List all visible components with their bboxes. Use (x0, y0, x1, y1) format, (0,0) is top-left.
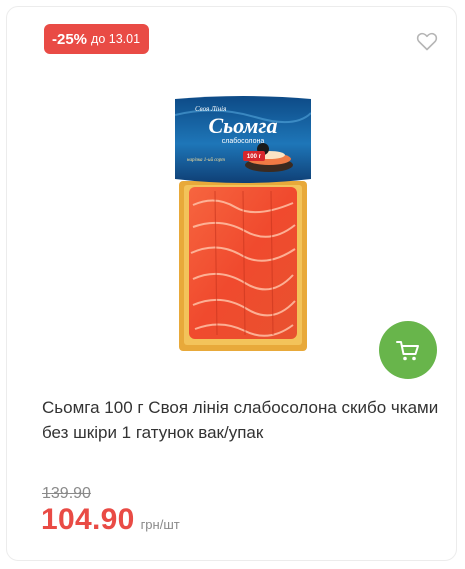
discount-percent: -25% (52, 30, 88, 48)
product-card[interactable]: -25% до 13.01 Своя Лінія Сьомга слабосол… (6, 6, 457, 561)
add-to-cart-button[interactable] (379, 321, 437, 379)
discount-until: до 13.01 (91, 32, 141, 46)
current-price: 104.90 (41, 503, 135, 536)
favorite-button[interactable] (415, 29, 439, 53)
price-unit: грн/шт (140, 517, 180, 532)
old-price: 139.90 (42, 485, 91, 502)
price-row: 104.90 грн/шт (41, 503, 180, 537)
package-subname: слабосолона (222, 137, 265, 145)
package-weight: 100 г (247, 154, 262, 160)
product-image[interactable]: Своя Лінія Сьомга слабосолона 100 г нарі… (175, 95, 311, 353)
heart-icon (416, 32, 438, 51)
discount-badge: -25% до 13.01 (44, 24, 150, 54)
product-title[interactable]: Сьомга 100 г Своя лінія слабосолона скиб… (42, 395, 442, 445)
cart-icon (396, 341, 419, 361)
package-name: Сьомга (208, 113, 277, 138)
package-brand: Своя Лінія (195, 105, 226, 113)
package-note: нарізка 1-ий сорт (187, 157, 225, 163)
